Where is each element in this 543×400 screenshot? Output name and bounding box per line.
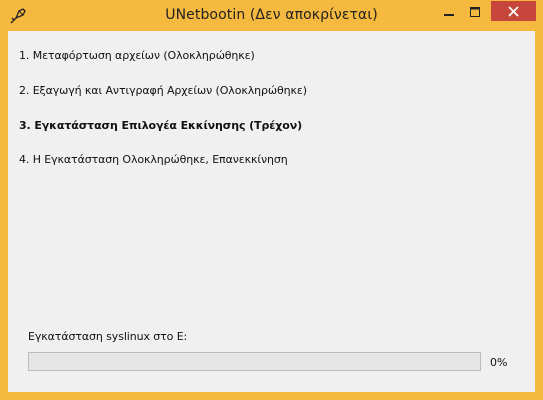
step-install-bootloader: 3. Εγκατάσταση Επιλογέα Εκκίνησης (Τρέχο… (19, 119, 303, 132)
maximize-button[interactable] (462, 1, 488, 21)
title-bar[interactable]: UNetbootin (Δεν αποκρίνεται) (0, 0, 543, 31)
client-area: 1. Μεταφόρτωση αρχείων (Ολοκληρώθηκε) 2.… (8, 31, 535, 392)
maximize-icon (470, 2, 480, 21)
progress-bar (28, 352, 481, 371)
app-window: UNetbootin (Δεν αποκρίνεται) 1. Μεταφόρτ… (0, 0, 543, 400)
step-download-files: 1. Μεταφόρτωση αρχείων (Ολοκληρώθηκε) (19, 49, 255, 62)
step-installation-complete-reboot: 4. Η Εγκατάσταση Ολοκληρώθηκε, Επανεκκίν… (19, 153, 288, 166)
status-label: Εγκατάσταση syslinux στο E: (28, 330, 188, 343)
minimize-icon (444, 2, 454, 21)
close-icon (508, 2, 519, 21)
step-extract-copy-files: 2. Εξαγωγή και Αντιγραφή Αρχείων (Ολοκλη… (19, 84, 307, 97)
close-button[interactable] (491, 1, 536, 21)
minimize-button[interactable] (436, 1, 462, 21)
progress-percent: 0% (490, 356, 508, 369)
